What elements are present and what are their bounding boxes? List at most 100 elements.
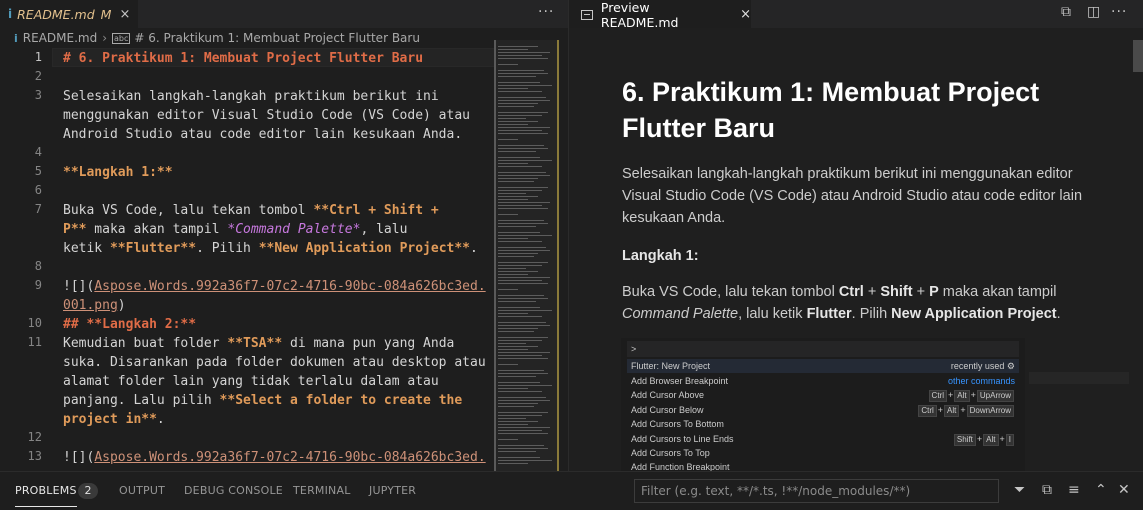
minimap-line <box>498 463 528 464</box>
tab-problems[interactable]: PROBLEMS <box>15 484 77 507</box>
minimap-line <box>498 415 542 416</box>
code-text: panjang. Lalu pilih <box>63 393 220 408</box>
code-link[interactable]: Aspose.Words.992a36f7-07c2-4716-90bc-084… <box>94 279 485 294</box>
preview-text: + <box>912 284 930 300</box>
maximize-panel-icon[interactable]: ⌃ <box>1095 482 1107 498</box>
minimap-line <box>498 439 518 440</box>
minimap-line <box>498 325 550 326</box>
collapse-all-icon[interactable]: ⧉ <box>1042 482 1052 498</box>
minimap-line <box>498 238 528 239</box>
code-bold: P** <box>63 222 87 237</box>
palette-row: Add Cursor Below Ctrl + Alt + DownArrow <box>627 403 1019 417</box>
code-bold: **Select a folder to create the <box>219 393 463 408</box>
code-line: alamat folder lain yang tidak terlalu da… <box>63 374 439 389</box>
minimap-line <box>498 412 548 413</box>
line-number: 5 <box>34 164 42 178</box>
filter-icon[interactable]: ⏷ <box>1014 482 1025 498</box>
line-number: 7 <box>34 202 42 216</box>
palette-row-label: Add Function Breakpoint <box>631 462 730 471</box>
minimap-line <box>498 352 550 353</box>
editor-tab-bar: i README.md M × ··· <box>0 0 568 28</box>
more-actions-icon[interactable]: ··· <box>538 4 554 20</box>
preview-text: . <box>1056 306 1061 322</box>
preview-scrollbar-thumb[interactable] <box>1133 40 1143 72</box>
palette-row: Add Cursors to Line Ends Shift + Alt + I <box>627 432 1019 446</box>
minimap-line <box>498 265 542 266</box>
minimap-line <box>498 310 552 311</box>
minimap-line <box>498 226 536 227</box>
code-link[interactable]: Aspose.Words.992a36f7-07c2-4716-90bc-084… <box>94 450 485 465</box>
minimap-line <box>498 382 540 383</box>
minimap-line <box>498 115 542 116</box>
code-line: Buka VS Code, lalu tekan tombol **Ctrl +… <box>63 201 439 220</box>
minimap-line <box>498 418 526 419</box>
tab-debug-console[interactable]: DEBUG CONSOLE <box>184 484 283 497</box>
minimap[interactable] <box>494 40 559 471</box>
minimap-line <box>498 199 528 200</box>
minimap-line <box>498 316 542 317</box>
keybinding: Ctrl + Alt + UpArrow <box>928 388 1015 402</box>
minimap-line <box>498 262 548 263</box>
close-panel-icon[interactable]: ✕ <box>1118 482 1130 498</box>
minimap-line <box>498 124 528 125</box>
minimap-line <box>498 76 536 77</box>
code-link[interactable]: 001.png <box>63 298 118 313</box>
key: Ctrl <box>928 390 947 402</box>
line-number: 3 <box>34 88 42 102</box>
preview-decoration <box>1029 372 1129 384</box>
minimap-line <box>498 331 534 332</box>
code-text: ketik <box>63 241 110 256</box>
minimap-line <box>498 322 546 323</box>
preview-group: Preview README.md × ⧉ ◫ ··· 6. Praktikum… <box>568 0 1143 471</box>
preview-text: . Pilih <box>851 306 892 322</box>
line-number: 2 <box>34 69 42 83</box>
minimap-line <box>498 430 542 431</box>
minimap-line <box>498 271 538 272</box>
minimap-line <box>498 460 552 461</box>
minimap-line <box>498 358 548 359</box>
tab-output[interactable]: OUTPUT <box>119 484 165 497</box>
minimap-line <box>498 91 542 92</box>
tab-terminal[interactable]: TERMINAL <box>293 484 351 497</box>
code-line: 001.png) <box>63 296 126 315</box>
preview-bold: Flutter <box>806 306 852 322</box>
open-source-icon[interactable]: ⧉ <box>1061 4 1071 20</box>
code-text: ![]( <box>63 450 95 465</box>
minimap-line <box>498 349 528 350</box>
minimap-line <box>498 82 540 83</box>
breadcrumb-file[interactable]: README.md <box>23 31 97 45</box>
minimap-line <box>498 289 518 290</box>
code-line: P** maka akan tampil *Command Palette*, … <box>63 220 407 239</box>
preview-italic: Command Palette <box>622 306 739 322</box>
palette-row-label: Flutter: New Project <box>631 361 711 371</box>
tab-jupyter[interactable]: JUPYTER <box>369 484 416 497</box>
line-number: 4 <box>34 145 42 159</box>
key: DownArrow <box>966 405 1014 417</box>
code-text: ) <box>117 298 126 313</box>
keybinding: Ctrl + Alt + DownArrow <box>917 403 1015 417</box>
tab-preview-readme[interactable]: Preview README.md × <box>569 0 751 30</box>
minimap-line <box>498 160 552 161</box>
palette-row-label: Add Browser Breakpoint <box>631 376 729 386</box>
preview-bold: Ctrl <box>838 284 864 300</box>
close-icon[interactable]: × <box>119 7 130 22</box>
more-actions-icon[interactable]: ··· <box>1111 4 1127 20</box>
palette-row: Add Cursor Above Ctrl + Alt + UpArrow <box>627 388 1019 402</box>
problems-filter-input[interactable]: Filter (e.g. text, **/*.ts, !**/node_mod… <box>634 479 999 503</box>
close-icon[interactable]: × <box>740 7 751 22</box>
code-text: , lalu <box>360 222 408 237</box>
tab-label: README.md <box>17 6 95 22</box>
code-line: ![](Aspose.Words.992a36f7-07c2-4716-90bc… <box>63 277 486 296</box>
view-as-list-icon[interactable]: ≡ <box>1068 482 1080 498</box>
vertical-scrollbar[interactable] <box>559 40 568 471</box>
key: Alt <box>944 405 960 417</box>
preview-scrollbar[interactable] <box>1131 40 1143 471</box>
preview-text: Buka VS Code, lalu tekan tombol <box>622 284 839 300</box>
palette-row-label: Add Cursors To Bottom <box>631 419 724 429</box>
tab-readme[interactable]: i README.md M × <box>0 0 138 28</box>
breadcrumb-section[interactable]: # 6. Praktikum 1: Membuat Project Flutte… <box>134 31 420 45</box>
minimap-line <box>498 145 544 146</box>
split-editor-icon[interactable]: ◫ <box>1087 4 1100 20</box>
markdown-info-icon: i <box>8 7 13 21</box>
palette-input: > <box>627 341 1019 357</box>
